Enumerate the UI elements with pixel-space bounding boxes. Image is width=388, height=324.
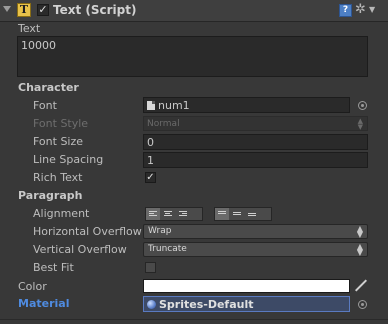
- line-spacing-value: 1: [147, 154, 154, 167]
- object-picker-icon[interactable]: [358, 101, 367, 110]
- text-area-value: 10000: [21, 39, 56, 52]
- align-top-button[interactable]: [215, 208, 229, 220]
- help-icon[interactable]: ?: [339, 4, 352, 17]
- inspector-panel: T ✓ Text (Script) ? ✲ ▼ Text 10000 Chara…: [0, 0, 388, 324]
- vertical-overflow-dropdown[interactable]: Truncate ▲ ▼: [143, 242, 368, 257]
- component-header[interactable]: T ✓ Text (Script) ? ✲ ▼: [0, 0, 388, 22]
- font-style-dropdown[interactable]: Normal ▲ ▼: [143, 116, 368, 131]
- font-label: Font: [33, 99, 57, 112]
- align-top-icon: [218, 211, 226, 217]
- font-size-label: Font Size: [33, 135, 84, 148]
- vertical-overflow-label: Vertical Overflow: [33, 243, 127, 256]
- align-center-icon: [164, 211, 172, 217]
- horizontal-overflow-value: Wrap: [148, 226, 172, 236]
- horizontal-overflow-dropdown[interactable]: Wrap ▲ ▼: [143, 224, 368, 239]
- eyedropper-icon[interactable]: [354, 279, 367, 292]
- font-size-value: 0: [147, 136, 154, 149]
- horizontal-alignment-group: [145, 207, 203, 221]
- text-label: Text: [18, 22, 41, 35]
- align-right-icon: [179, 211, 187, 217]
- font-field[interactable]: num1: [143, 97, 350, 113]
- align-right-button[interactable]: [176, 208, 190, 220]
- font-size-field[interactable]: 0: [143, 134, 368, 150]
- character-heading: Character: [18, 81, 79, 94]
- line-spacing-field[interactable]: 1: [143, 152, 368, 168]
- component-enabled-checkbox[interactable]: ✓: [37, 4, 49, 16]
- font-style-value: Normal: [147, 119, 180, 129]
- best-fit-checkbox[interactable]: [145, 262, 156, 273]
- align-middle-icon: [233, 212, 241, 216]
- horizontal-overflow-label: Horizontal Overflow: [33, 225, 142, 238]
- vertical-overflow-value: Truncate: [148, 244, 187, 254]
- line-spacing-label: Line Spacing: [33, 153, 104, 166]
- rich-text-checkbox[interactable]: ✓: [145, 172, 156, 183]
- material-value: Sprites-Default: [159, 298, 254, 311]
- gear-icon[interactable]: ✲: [355, 2, 366, 17]
- component-title: Text (Script): [53, 3, 137, 17]
- font-file-icon: [147, 101, 155, 110]
- dropdown-arrow-icon: ▲ ▼: [356, 224, 363, 239]
- rich-text-label: Rich Text: [33, 171, 83, 184]
- paragraph-heading: Paragraph: [18, 189, 83, 202]
- dropdown-arrow-icon: ▲ ▼: [356, 242, 363, 257]
- best-fit-label: Best Fit: [33, 261, 74, 274]
- object-picker-icon[interactable]: [358, 300, 367, 309]
- text-area[interactable]: 10000: [17, 36, 368, 77]
- color-field[interactable]: [143, 279, 350, 293]
- align-left-button[interactable]: [146, 208, 160, 220]
- dropdown-arrow-icon: ▲ ▼: [357, 117, 363, 131]
- font-style-label: Font Style: [33, 117, 89, 130]
- color-label: Color: [18, 280, 47, 293]
- alignment-label: Alignment: [33, 207, 90, 220]
- material-label: Material: [18, 297, 70, 310]
- gear-menu-caret-icon[interactable]: ▼: [369, 5, 375, 14]
- foldout-triangle-icon[interactable]: [3, 6, 11, 12]
- material-field[interactable]: Sprites-Default: [143, 296, 350, 312]
- divider: [0, 319, 388, 320]
- vertical-alignment-group: [214, 207, 272, 221]
- text-component-icon: T: [17, 3, 31, 17]
- align-left-icon: [149, 211, 157, 217]
- align-bottom-button[interactable]: [245, 208, 259, 220]
- align-middle-button[interactable]: [230, 208, 244, 220]
- align-bottom-icon: [248, 213, 256, 217]
- font-value: num1: [158, 99, 190, 112]
- material-sphere-icon: [147, 300, 156, 309]
- align-center-button[interactable]: [161, 208, 175, 220]
